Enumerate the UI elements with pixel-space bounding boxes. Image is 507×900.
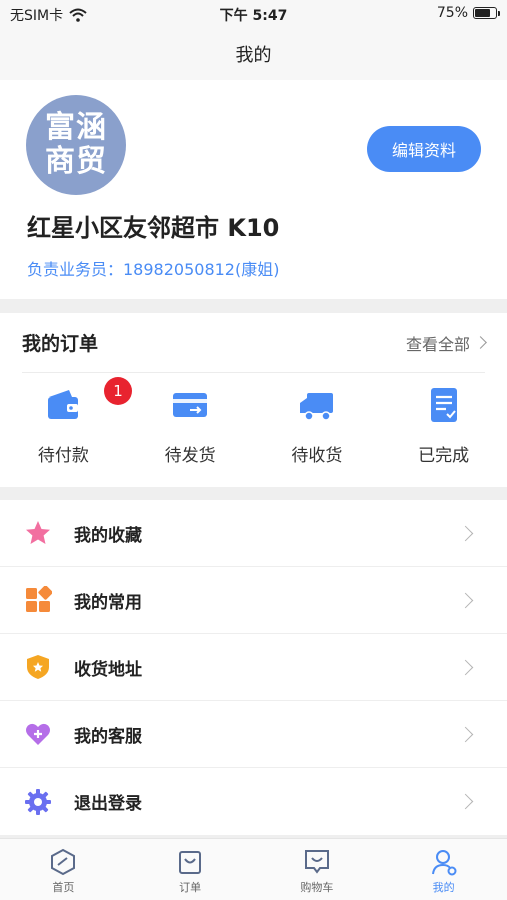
bottom-tab-bar: 首页 订单 购物车 我的 bbox=[0, 838, 507, 900]
order-status-pending-shipment[interactable]: 待发货 bbox=[127, 385, 254, 466]
tab-label: 首页 bbox=[52, 881, 75, 894]
grid-icon bbox=[26, 586, 52, 612]
user-icon bbox=[431, 850, 457, 876]
chevron-right-icon bbox=[457, 792, 474, 811]
menu-label: 我的客服 bbox=[74, 726, 142, 747]
edit-profile-button[interactable]: 编辑资料 bbox=[367, 126, 481, 172]
avatar[interactable]: 富涵 商贸 bbox=[26, 95, 126, 195]
menu-label: 我的收藏 bbox=[74, 525, 142, 546]
page-title: 我的 bbox=[235, 45, 272, 66]
tab-home[interactable]: 首页 bbox=[0, 839, 127, 900]
settings-menu: 我的收藏 我的常用 收货地址 我的客服 退出登录 bbox=[0, 500, 507, 835]
profile-card: 富涵 商贸 编辑资料 红星小区友邻超市 K10 负责业务员：1898205081… bbox=[0, 80, 507, 299]
avatar-text-line2: 商贸 bbox=[45, 144, 107, 179]
menu-item-logout[interactable]: 退出登录 bbox=[0, 768, 507, 835]
truck-icon bbox=[299, 393, 333, 421]
menu-label: 收货地址 bbox=[74, 659, 142, 680]
battery-icon bbox=[473, 7, 500, 19]
battery-fill bbox=[475, 9, 490, 17]
chevron-right-icon bbox=[457, 591, 474, 610]
status-bar: 无SIM卡 下午 5:47 75% bbox=[0, 0, 507, 28]
status-right: 75% bbox=[436, 5, 500, 21]
orders-section: 我的订单 查看全部 1 待付款 待发货 待收货 已完成 bbox=[0, 313, 507, 487]
order-status-label: 已完成 bbox=[418, 446, 470, 466]
chevron-right-icon bbox=[457, 725, 474, 744]
shield-icon bbox=[27, 655, 49, 679]
chevron-right-icon bbox=[474, 336, 487, 349]
heart-icon bbox=[26, 723, 50, 745]
star-icon bbox=[26, 521, 50, 544]
home-icon bbox=[51, 848, 76, 876]
avatar-text-line1: 富涵 bbox=[45, 110, 107, 145]
cart-chat-icon bbox=[304, 850, 329, 874]
tab-cart[interactable]: 购物车 bbox=[254, 839, 381, 900]
tab-label: 我的 bbox=[432, 881, 455, 894]
menu-item-address[interactable]: 收货地址 bbox=[0, 634, 507, 701]
order-status-pending-payment[interactable]: 1 待付款 bbox=[0, 377, 132, 466]
gear-icon bbox=[25, 788, 51, 815]
chevron-right-icon bbox=[457, 524, 474, 543]
nav-bar: 我的 bbox=[0, 28, 507, 80]
menu-item-favorites[interactable]: 我的收藏 bbox=[0, 500, 507, 567]
wallet-icon bbox=[48, 390, 79, 419]
battery-percent: 75% bbox=[436, 5, 468, 21]
chevron-right-icon bbox=[457, 658, 474, 677]
view-all-orders-link[interactable]: 查看全部 bbox=[405, 331, 487, 355]
card-icon bbox=[173, 393, 208, 417]
order-status-label: 待付款 bbox=[37, 446, 89, 466]
order-bag-icon bbox=[179, 851, 202, 874]
tab-label: 购物车 bbox=[300, 881, 334, 894]
order-status-pending-receipt[interactable]: 待收货 bbox=[254, 385, 381, 466]
menu-item-customer-service[interactable]: 我的客服 bbox=[0, 701, 507, 768]
document-check-icon bbox=[430, 388, 457, 422]
orders-header: 我的订单 查看全部 bbox=[22, 313, 487, 373]
view-all-label: 查看全部 bbox=[405, 334, 470, 354]
order-status-label: 待发货 bbox=[164, 446, 216, 466]
menu-label: 我的常用 bbox=[74, 592, 142, 613]
menu-item-frequent[interactable]: 我的常用 bbox=[0, 567, 507, 634]
order-status-completed[interactable]: 已完成 bbox=[380, 385, 507, 466]
salesman-contact[interactable]: 负责业务员：18982050812(康姐) bbox=[27, 256, 279, 280]
tab-label: 订单 bbox=[179, 881, 202, 894]
store-name: 红星小区友邻超市 K10 bbox=[27, 214, 280, 242]
menu-label: 退出登录 bbox=[74, 794, 142, 814]
order-status-list: 1 待付款 待发货 待收货 已完成 bbox=[0, 377, 507, 466]
status-time: 下午 5:47 bbox=[219, 8, 288, 24]
tab-mine[interactable]: 我的 bbox=[380, 839, 507, 900]
order-status-label: 待收货 bbox=[291, 446, 343, 466]
tab-orders[interactable]: 订单 bbox=[127, 839, 254, 900]
orders-title: 我的订单 bbox=[22, 333, 99, 355]
